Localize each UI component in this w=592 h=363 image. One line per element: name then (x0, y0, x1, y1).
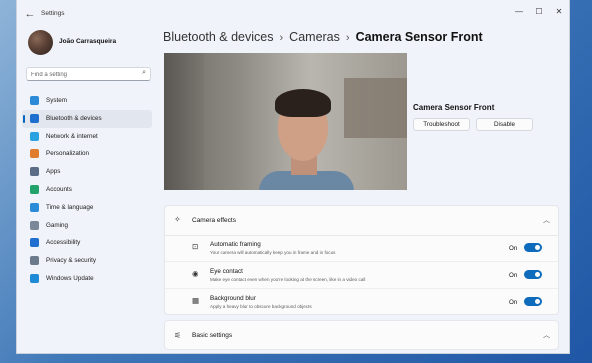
toggle-knob (535, 245, 540, 250)
toggle-state-label: On (509, 245, 518, 252)
maximize-button[interactable]: ☐ (530, 5, 548, 19)
preview-background-shelf (344, 78, 407, 138)
sidebar-item-label: Privacy & security (46, 257, 97, 265)
sidebar-item-label: Accessibility (46, 239, 81, 247)
effect-title: Background blur (210, 295, 256, 302)
breadcrumb-separator: › (345, 32, 350, 44)
disable-button[interactable]: Disable (476, 118, 533, 131)
person-icon (30, 184, 39, 194)
bluetooth-icon (30, 113, 39, 123)
update-icon (30, 273, 39, 283)
sidebar-item-label: Gaming (46, 221, 69, 229)
chevron-up-icon[interactable]: ︿ (543, 330, 550, 340)
basic-settings-title: Basic settings (192, 332, 233, 339)
effect-title: Eye contact (210, 268, 243, 275)
gamepad-icon (30, 220, 39, 230)
camera-effects-header[interactable]: ✧ Camera effects ︿ (165, 206, 558, 236)
toggle-state-label: On (509, 272, 518, 279)
sidebar-item-label: Apps (46, 168, 61, 176)
effect-description: Your camera will automatically keep you … (210, 249, 336, 255)
toggle-state-label: On (509, 299, 518, 306)
breadcrumb-separator: › (279, 32, 284, 44)
eye-contact-icon: ◉ (192, 269, 199, 278)
sliders-icon: ⚟ (174, 331, 182, 340)
search-box[interactable]: ⌕ (26, 67, 151, 81)
back-arrow-icon[interactable]: ← (23, 7, 37, 21)
effect-toggle[interactable] (524, 270, 542, 279)
sidebar-nav: System Bluetooth & devices Network & inter… (22, 92, 152, 288)
search-icon[interactable]: ⌕ (142, 69, 146, 77)
avatar[interactable] (28, 30, 53, 55)
sidebar-item-time-language[interactable]: Time & language (22, 199, 152, 217)
sidebar-item-privacy-security[interactable]: Privacy & security (22, 252, 152, 270)
sidebar-item-accessibility[interactable]: Accessibility (22, 234, 152, 252)
breadcrumb-cameras[interactable]: Cameras (289, 30, 340, 44)
breadcrumb-bluetooth-devices[interactable]: Bluetooth & devices (163, 30, 274, 44)
effect-title: Automatic framing (210, 241, 261, 248)
effect-toggle[interactable] (524, 243, 542, 252)
camera-effects-card: ✧ Camera effects ︿ ⊡ Automatic framing You… (164, 205, 559, 315)
troubleshoot-button[interactable]: Troubleshoot (413, 118, 470, 131)
app-title: Settings (41, 10, 65, 17)
sidebar-item-system[interactable]: System (22, 92, 152, 110)
sidebar-item-label: Accounts (46, 185, 72, 193)
user-name: João Carrasqueira (59, 38, 117, 45)
toggle-knob (535, 299, 540, 304)
shield-icon (30, 256, 39, 266)
camera-preview (164, 53, 407, 190)
active-indicator (23, 114, 25, 123)
effect-description: Apply a heavy blur to obscure background… (210, 303, 312, 309)
sidebar-item-apps[interactable]: Apps (22, 163, 152, 181)
blur-icon: ▦ (192, 296, 200, 305)
brush-icon (30, 149, 39, 159)
sidebar-item-label: Bluetooth & devices (46, 114, 102, 122)
effect-toggle[interactable] (524, 297, 542, 306)
framing-icon: ⊡ (192, 242, 199, 251)
accessibility-icon (30, 238, 39, 248)
network-icon (30, 131, 39, 141)
sidebar-item-label: Windows Update (46, 274, 94, 282)
sidebar-item-label: Network & internet (46, 132, 98, 140)
globe-clock-icon (30, 202, 39, 212)
breadcrumb: Bluetooth & devices › Cameras › Camera Senso… (163, 30, 483, 44)
sidebar-item-windows-update[interactable]: Windows Update (22, 270, 152, 288)
page-title: Camera Sensor Front (355, 30, 483, 44)
effect-description: Make eye contact even when you're lookin… (210, 276, 366, 282)
effect-row-automatic-framing: ⊡ Automatic framing Your camera will autom… (165, 235, 558, 261)
basic-settings-card[interactable]: ⚟ Basic settings ︿ (164, 320, 559, 350)
close-button[interactable]: ✕ (550, 5, 568, 19)
search-input[interactable] (31, 70, 136, 79)
settings-window: ← Settings — ☐ ✕ João Carrasqueira ⌕ Sys… (16, 0, 570, 354)
effect-row-background-blur: ▦ Background blur Apply a heavy blur to ob… (165, 289, 558, 315)
sidebar-item-accounts[interactable]: Accounts (22, 181, 152, 199)
title-bar: ← Settings — ☐ ✕ (17, 0, 569, 28)
device-name: Camera Sensor Front (413, 103, 495, 112)
sidebar-item-label: Time & language (46, 203, 94, 211)
sidebar-item-gaming[interactable]: Gaming (22, 217, 152, 235)
chevron-up-icon[interactable]: ︿ (543, 215, 550, 225)
sidebar-item-personalization[interactable]: Personalization (22, 145, 152, 163)
effect-row-eye-contact: ◉ Eye contact Make eye contact even when y… (165, 262, 558, 288)
apps-icon (30, 167, 39, 177)
preview-person-hair (275, 89, 331, 117)
sparkle-icon: ✧ (174, 215, 181, 224)
minimize-button[interactable]: — (510, 5, 528, 19)
toggle-knob (535, 272, 540, 277)
sidebar-item-label: System (46, 97, 67, 104)
sidebar-item-network-internet[interactable]: Network & internet (22, 128, 152, 146)
preview-background-door (164, 53, 204, 190)
camera-effects-title: Camera effects (192, 217, 236, 224)
sidebar-item-label: Personalization (46, 150, 90, 158)
system-icon (30, 96, 39, 105)
sidebar-item-bluetooth-devices[interactable]: Bluetooth & devices (22, 109, 152, 128)
